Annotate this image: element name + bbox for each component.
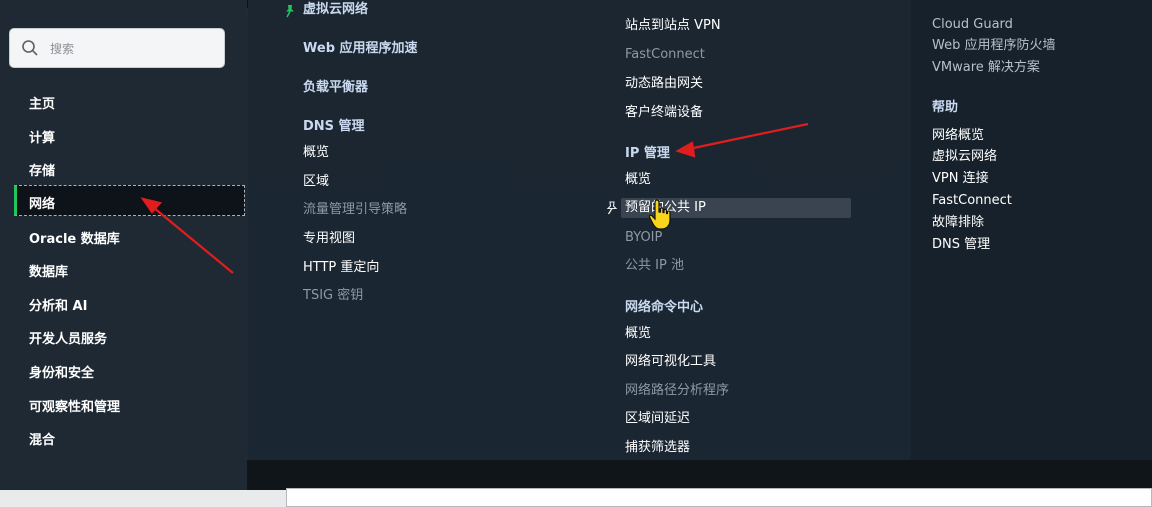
menu-link-network-visualizer[interactable]: 网络可视化工具 xyxy=(625,354,716,370)
menu-link-private-views[interactable]: 专用视图 xyxy=(303,231,355,247)
menu-link-ncc-overview[interactable]: 概览 xyxy=(625,326,651,342)
help-link-fastconnect[interactable]: FastConnect xyxy=(932,193,1012,209)
help-link-network-overview[interactable]: 网络概览 xyxy=(932,128,984,144)
menu-heading-dns[interactable]: DNS 管理 xyxy=(303,119,365,135)
menu-link-cloud-guard[interactable]: Cloud Guard xyxy=(932,17,1013,33)
menu-heading-help: 帮助 xyxy=(932,100,959,115)
menu-link-drg[interactable]: 动态路由网关 xyxy=(625,76,703,92)
pin-icon[interactable] xyxy=(605,201,619,215)
search-box[interactable] xyxy=(9,28,225,68)
help-link-vpn[interactable]: VPN 连接 xyxy=(932,171,989,187)
menu-link-http-redirect[interactable]: HTTP 重定向 xyxy=(303,260,379,276)
sidebar-item-database[interactable]: 数据库 xyxy=(29,261,68,280)
menu-link-public-ip-pools[interactable]: 公共 IP 池 xyxy=(625,258,684,274)
search-icon xyxy=(22,40,38,56)
help-link-dns[interactable]: DNS 管理 xyxy=(932,237,990,253)
menu-link-load-balancer[interactable]: 负载平衡器 xyxy=(303,80,368,96)
help-link-troubleshooting[interactable]: 故障排除 xyxy=(932,215,984,231)
menu-link-ip-overview[interactable]: 概览 xyxy=(625,172,651,188)
sidebar-item-developer-services[interactable]: 开发人员服务 xyxy=(29,328,107,347)
pin-icon xyxy=(286,5,294,18)
menu-link-capture-filters[interactable]: 捕获筛选器 xyxy=(625,440,690,456)
sidebar-item-hybrid[interactable]: 混合 xyxy=(29,429,55,448)
page-bottom xyxy=(0,460,1152,507)
menu-link-traffic-steering[interactable]: 流量管理引导策略 xyxy=(303,202,407,218)
menu-link-waf[interactable]: Web 应用程序防火墙 xyxy=(932,38,1055,54)
menu-link-byoip[interactable]: BYOIP xyxy=(625,230,662,246)
menu-link-site-to-site-vpn[interactable]: 站点到站点 VPN xyxy=(625,18,721,34)
menu-link-path-analyzer[interactable]: 网络路径分析程序 xyxy=(625,383,729,399)
menu-link-web-acceleration[interactable]: Web 应用程序加速 xyxy=(303,41,418,57)
sidebar: 主页 计算 存储 网络 Oracle 数据库 数据库 分析和 AI 开发人员服务… xyxy=(0,0,247,490)
sidebar-item-observability[interactable]: 可观察性和管理 xyxy=(29,396,120,415)
sidebar-item-home[interactable]: 主页 xyxy=(29,93,55,112)
sidebar-item-oracle-database[interactable]: Oracle 数据库 xyxy=(29,228,120,247)
sidebar-item-compute[interactable]: 计算 xyxy=(29,127,55,146)
sidebar-item-identity-security[interactable]: 身份和安全 xyxy=(29,362,94,381)
sidebar-item-label: 网络 xyxy=(29,197,56,212)
menu-link-vcn[interactable]: 虚拟云网络 xyxy=(303,2,368,18)
sidebar-bottom xyxy=(0,460,247,490)
menu-link-inter-region-latency[interactable]: 区域间延迟 xyxy=(625,411,690,427)
menu-link-dns-overview[interactable]: 概览 xyxy=(303,145,329,161)
menu-link-cpe[interactable]: 客户终端设备 xyxy=(625,105,703,121)
menu-link-fastconnect[interactable]: FastConnect xyxy=(625,47,705,63)
menu-link-tsig-keys[interactable]: TSIG 密钥 xyxy=(303,288,363,304)
sidebar-item-networking[interactable]: 网络 xyxy=(14,185,245,216)
menu-heading-network-command-center[interactable]: 网络命令中心 xyxy=(625,300,703,316)
help-link-vcn[interactable]: 虚拟云网络 xyxy=(932,149,997,165)
menu-link-vmware[interactable]: VMware 解决方案 xyxy=(932,60,1040,76)
menu-link-dns-zones[interactable]: 区域 xyxy=(303,174,329,190)
search-input[interactable] xyxy=(48,38,212,60)
sidebar-item-analytics-ai[interactable]: 分析和 AI xyxy=(29,295,87,314)
hand-cursor-icon xyxy=(648,199,671,230)
menu-heading-ip-management[interactable]: IP 管理 xyxy=(625,146,670,162)
content-frame xyxy=(286,488,1152,507)
sidebar-item-storage[interactable]: 存储 xyxy=(29,160,55,179)
